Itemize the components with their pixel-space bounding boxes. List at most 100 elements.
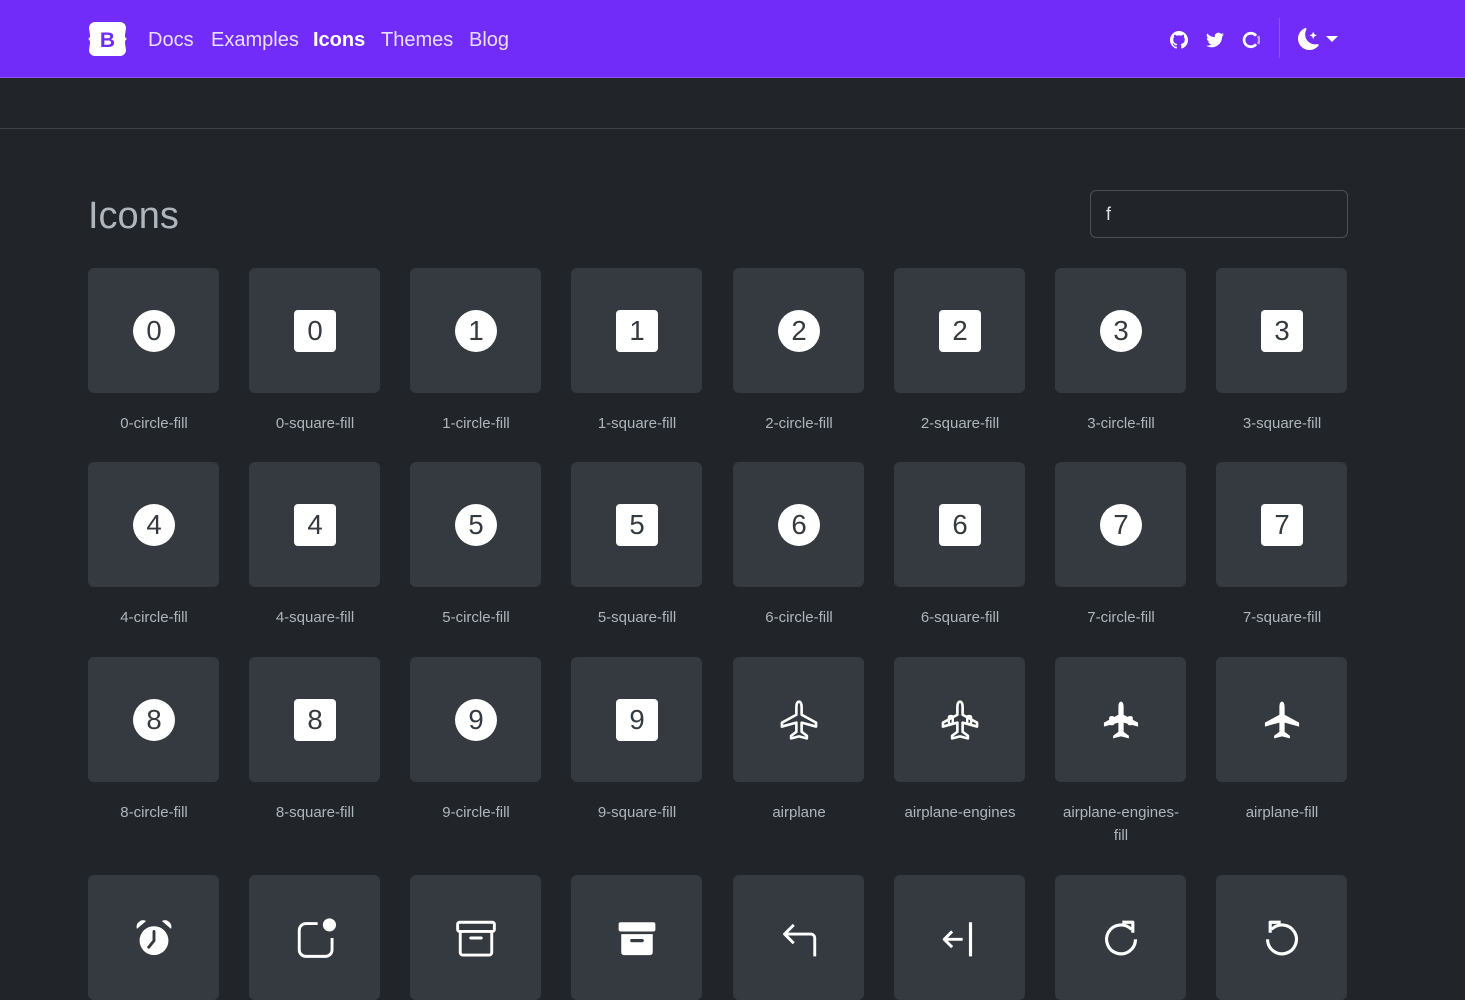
icon-tile[interactable]: 0 xyxy=(88,268,219,393)
nav-link-docs[interactable]: Docs xyxy=(148,28,194,52)
icon-tile[interactable]: 9 xyxy=(410,657,541,782)
icon-card[interactable] xyxy=(249,875,381,1000)
9-circle-fill-icon: 9 xyxy=(454,698,497,741)
icon-tile[interactable]: 1 xyxy=(571,268,702,393)
icon-card[interactable]: 6 6-square-fill xyxy=(894,462,1026,629)
icon-tile[interactable] xyxy=(733,657,864,782)
icon-tile[interactable] xyxy=(410,875,541,1000)
icon-card[interactable]: 7 7-square-fill xyxy=(1216,462,1348,629)
icon-label: 5-square-fill xyxy=(597,609,677,626)
icon-tile[interactable]: 7 xyxy=(1055,462,1186,587)
icon-label: airplane-engines xyxy=(904,804,1016,821)
icon-card[interactable]: airplane xyxy=(733,657,865,824)
icon-tile[interactable] xyxy=(1216,657,1347,782)
icon-tile[interactable]: 3 xyxy=(1216,268,1347,393)
icon-tile[interactable] xyxy=(733,875,864,1000)
icon-card[interactable] xyxy=(571,875,703,1000)
arrow-bar-left-icon xyxy=(942,921,972,956)
icon-label: 5-circle-fill xyxy=(442,609,510,626)
icon-card[interactable]: 3 3-circle-fill xyxy=(1055,268,1187,435)
icon-card[interactable]: 9 9-circle-fill xyxy=(410,657,542,824)
nav-link-blog[interactable]: Blog xyxy=(469,28,509,52)
icon-card[interactable]: 4 4-circle-fill xyxy=(88,462,220,629)
icon-tile[interactable]: 3 xyxy=(1055,268,1186,393)
icon-card[interactable] xyxy=(1216,875,1348,1000)
opencollective-icon[interactable] xyxy=(1242,31,1260,49)
theme-toggle-button[interactable] xyxy=(1298,28,1340,52)
icon-card[interactable]: 3 3-square-fill xyxy=(1216,268,1348,435)
icon-tile[interactable]: 5 xyxy=(410,462,541,587)
icon-card[interactable]: 4 4-square-fill xyxy=(249,462,381,629)
icon-tile[interactable]: 5 xyxy=(571,462,702,587)
icon-tile[interactable]: 6 xyxy=(894,462,1025,587)
icon-tile[interactable] xyxy=(1216,875,1347,1000)
icon-card[interactable]: 8 8-square-fill xyxy=(249,657,381,824)
icon-tile[interactable]: 8 xyxy=(88,657,219,782)
icon-search-input[interactable] xyxy=(1090,190,1348,238)
icon-label: airplane-engines-fill xyxy=(1063,804,1179,844)
icon-card[interactable]: airplane-fill xyxy=(1216,657,1348,824)
icon-tile[interactable] xyxy=(894,875,1025,1000)
icon-card[interactable]: 7 7-circle-fill xyxy=(1055,462,1187,629)
svg-text:4: 4 xyxy=(146,509,161,540)
bootstrap-logo-icon[interactable]: B xyxy=(88,22,127,56)
icon-card[interactable] xyxy=(88,875,220,1000)
icon-card[interactable]: airplane-engines xyxy=(894,657,1026,824)
0-square-fill-icon: 0 xyxy=(293,309,336,352)
icon-card[interactable] xyxy=(410,875,542,1000)
icon-tile[interactable] xyxy=(571,875,702,1000)
svg-text:2: 2 xyxy=(952,315,967,346)
moon-stars-icon xyxy=(1298,28,1319,50)
icon-card[interactable] xyxy=(733,875,865,1000)
icon-card[interactable]: 5 5-square-fill xyxy=(571,462,703,629)
icon-tile[interactable] xyxy=(1055,657,1186,782)
svg-text:0: 0 xyxy=(307,315,322,346)
nav-link-examples[interactable]: Examples xyxy=(211,28,299,52)
icon-card[interactable]: 2 2-circle-fill xyxy=(733,268,865,435)
svg-text:7: 7 xyxy=(1274,509,1289,540)
icon-label: 9-circle-fill xyxy=(442,804,510,821)
icon-card[interactable] xyxy=(1055,875,1187,1000)
icon-card[interactable]: 2 2-square-fill xyxy=(894,268,1026,435)
svg-text:9: 9 xyxy=(468,704,483,735)
brand-letter: B xyxy=(100,29,115,52)
subnav-bar xyxy=(0,79,1465,129)
github-icon[interactable] xyxy=(1170,31,1188,49)
icon-label: 2-square-fill xyxy=(920,415,1000,432)
icon-tile[interactable]: 8 xyxy=(249,657,380,782)
icon-tile[interactable] xyxy=(1055,875,1186,1000)
icon-tile[interactable]: 7 xyxy=(1216,462,1347,587)
icon-card[interactable]: 6 6-circle-fill xyxy=(733,462,865,629)
icon-card[interactable] xyxy=(894,875,1026,1000)
icon-label: 6-circle-fill xyxy=(765,609,833,626)
icon-card[interactable]: 9 9-square-fill xyxy=(571,657,703,824)
icon-label: 6-square-fill xyxy=(920,609,1000,626)
icon-tile[interactable] xyxy=(894,657,1025,782)
icon-tile[interactable]: 2 xyxy=(894,268,1025,393)
icon-card[interactable]: 5 5-circle-fill xyxy=(410,462,542,629)
icon-tile[interactable]: 0 xyxy=(249,268,380,393)
icon-tile[interactable]: 6 xyxy=(733,462,864,587)
icon-label: 0-circle-fill xyxy=(120,415,188,432)
icon-card[interactable]: airplane-engines-fill xyxy=(1055,657,1187,847)
icon-label: 1-square-fill xyxy=(597,415,677,432)
icon-tile[interactable]: 9 xyxy=(571,657,702,782)
twitter-icon[interactable] xyxy=(1206,31,1224,49)
icon-tile[interactable]: 4 xyxy=(249,462,380,587)
icon-tile[interactable] xyxy=(249,875,380,1000)
nav-link-themes[interactable]: Themes xyxy=(381,28,453,52)
icon-label: 1-circle-fill xyxy=(442,415,510,432)
archive-fill-icon xyxy=(618,921,655,955)
icon-card[interactable]: 8 8-circle-fill xyxy=(88,657,220,824)
2-circle-fill-icon: 2 xyxy=(777,309,820,352)
nav-link-icons[interactable]: Icons xyxy=(313,28,365,52)
icon-card[interactable]: 1 1-circle-fill xyxy=(410,268,542,435)
icon-card[interactable]: 1 1-square-fill xyxy=(571,268,703,435)
icon-card[interactable]: 0 0-circle-fill xyxy=(88,268,220,435)
icon-tile[interactable]: 2 xyxy=(733,268,864,393)
6-circle-fill-icon: 6 xyxy=(777,503,820,546)
icon-tile[interactable] xyxy=(88,875,219,1000)
icon-card[interactable]: 0 0-square-fill xyxy=(249,268,381,435)
icon-tile[interactable]: 4 xyxy=(88,462,219,587)
icon-tile[interactable]: 1 xyxy=(410,268,541,393)
